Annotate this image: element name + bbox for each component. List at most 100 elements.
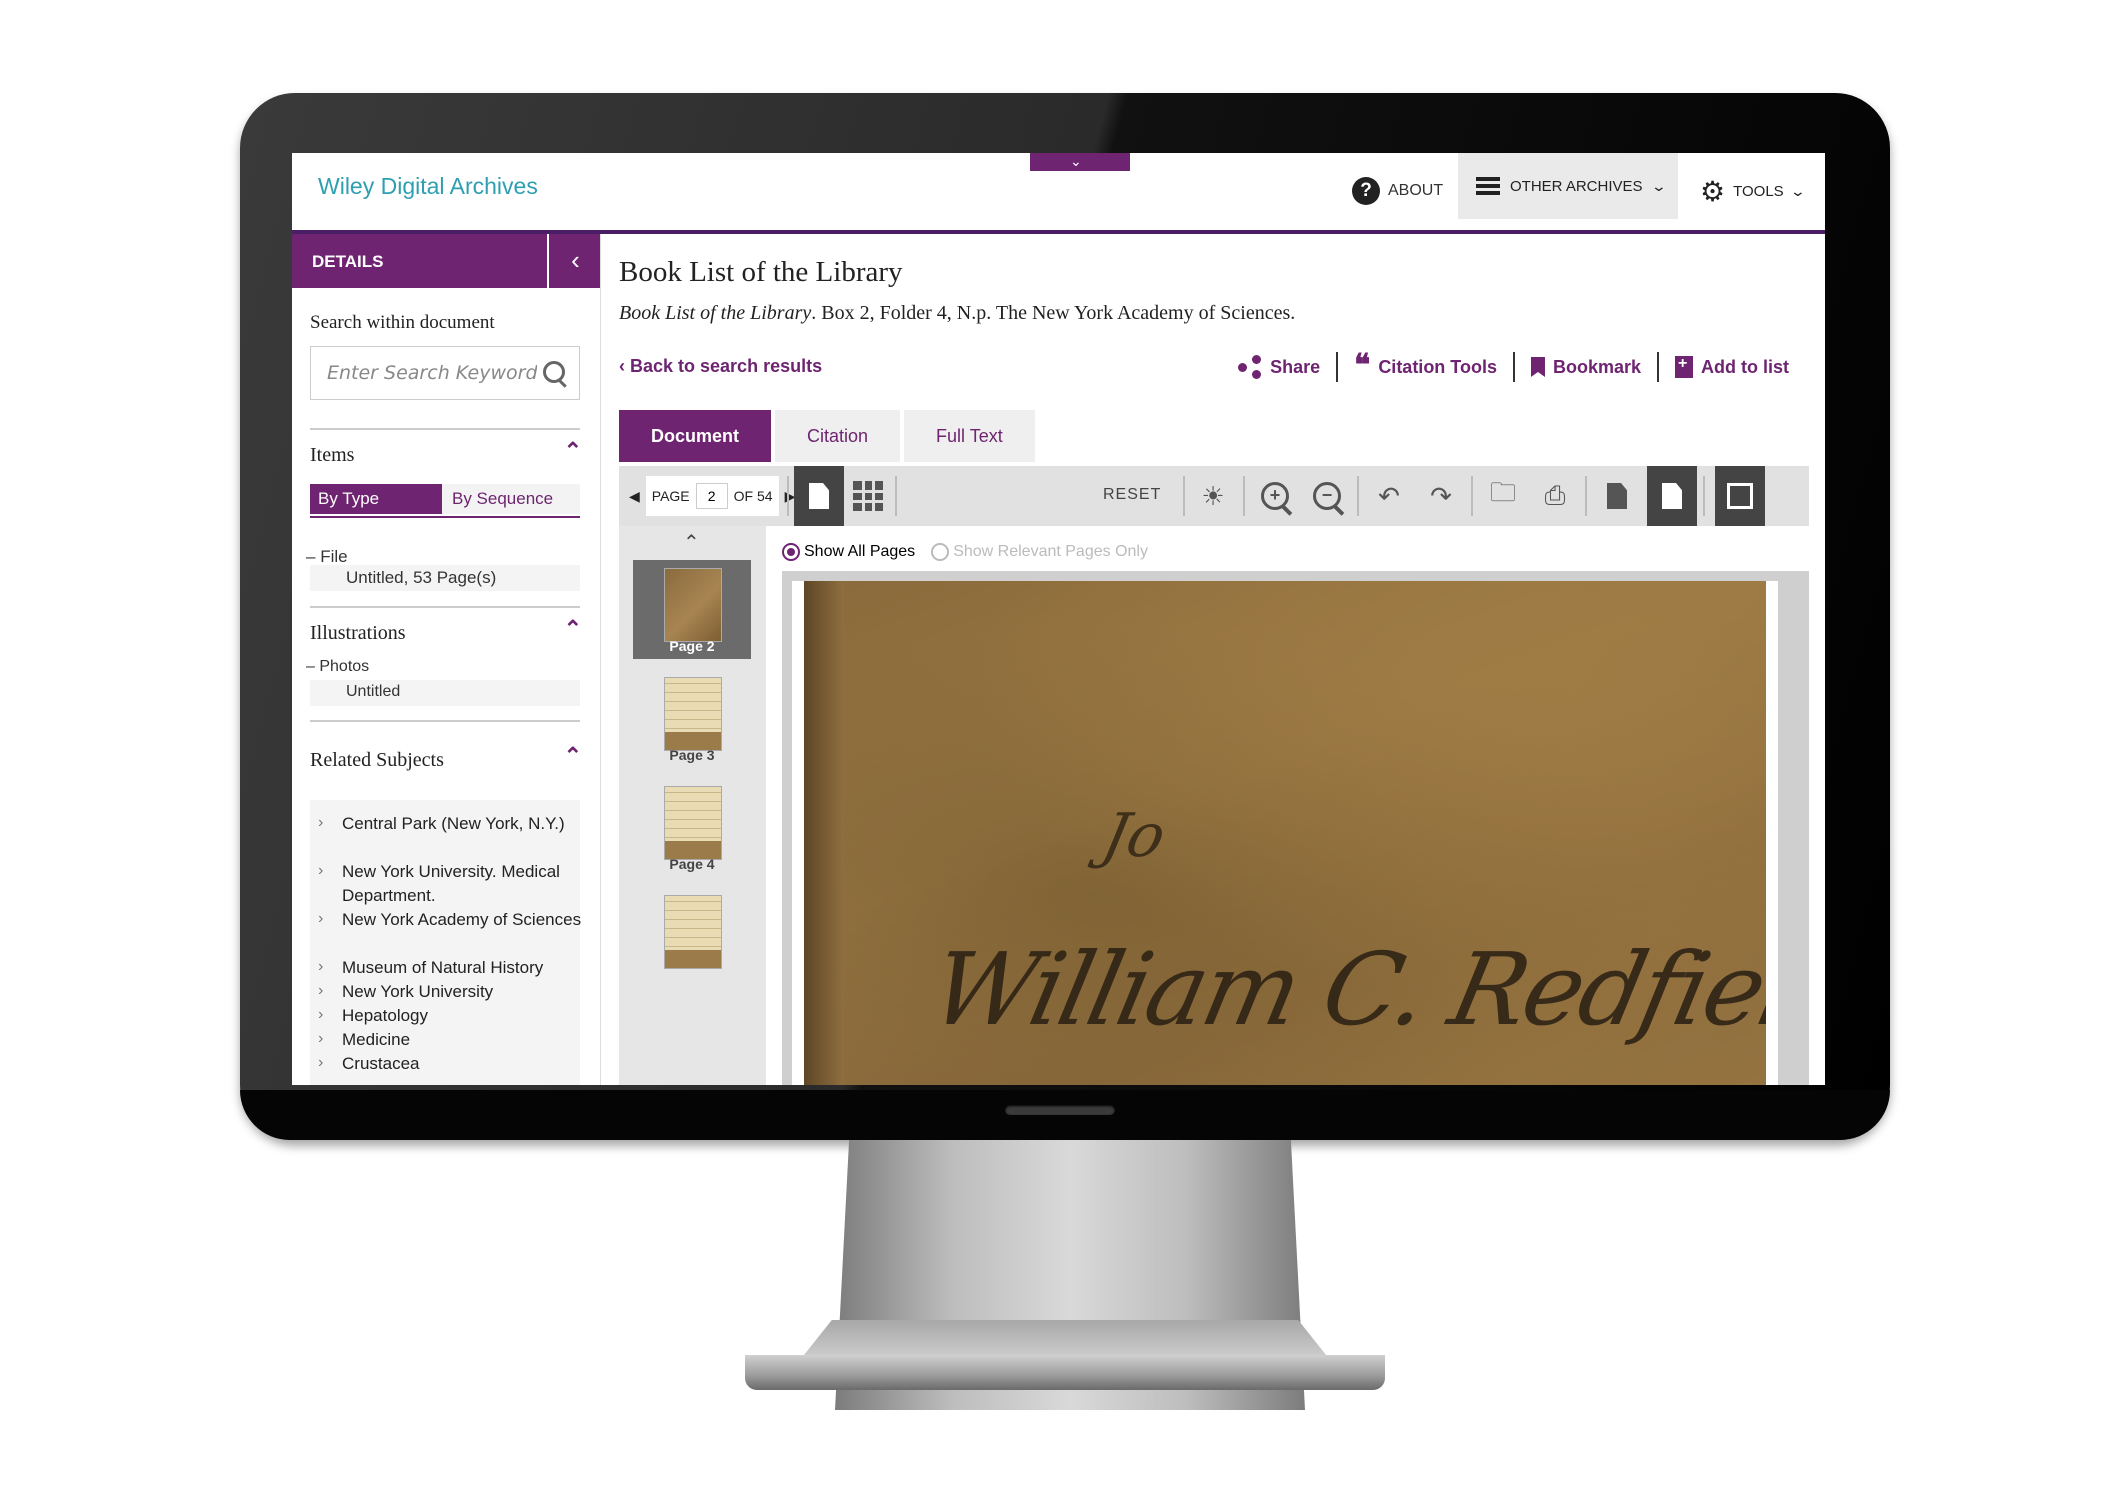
items-heading: Items (310, 444, 355, 466)
by-type-button[interactable]: By Type (310, 484, 442, 514)
chevron-down-icon: ⌄ (1789, 182, 1806, 199)
thumbnail-label: Page 3 (669, 747, 715, 763)
tools-menu[interactable]: ⚙ TOOLS ⌄ (1700, 171, 1806, 211)
subject-link[interactable]: Crustacea (342, 1052, 582, 1076)
by-sequence-button[interactable]: By Sequence (442, 484, 580, 514)
collapse-sidebar-button[interactable]: ‹ (547, 234, 602, 288)
app-title[interactable]: Wiley Digital Archives (318, 173, 538, 200)
drawer-handle[interactable]: ⌄ (1030, 153, 1130, 171)
collapse-items-icon[interactable]: ⌃ (564, 438, 582, 464)
about-link[interactable]: ? ABOUT (1352, 171, 1443, 211)
page-count: OF 54 (733, 488, 773, 504)
subjects-list: › Central Park (New York, N.Y.) › New Yo… (310, 800, 582, 1085)
share-label: Share (1270, 356, 1321, 377)
single-page-view-button[interactable] (794, 466, 844, 526)
top-bar: Wiley Digital Archives ⌄ ? ABOUT OTHER A… (292, 153, 1825, 234)
subject-link[interactable]: New York University. Medical Department. (342, 860, 582, 908)
add-to-list-button[interactable]: Add to list (1659, 355, 1805, 378)
citation-details: . Box 2, Folder 4, N.p. The New York Aca… (811, 302, 1296, 324)
page-navigator: ◀ PAGE OF 54 ▶ (629, 476, 795, 516)
search-input[interactable] (325, 347, 539, 399)
previous-page-icon[interactable]: ◀ (629, 488, 640, 505)
thumbnail-label: Page 4 (669, 856, 715, 872)
handwriting-main: William C. Redfield Esq. (921, 931, 1766, 1048)
chevron-right-icon: › (318, 1030, 324, 1047)
divider (310, 428, 580, 430)
citation-tools-button[interactable]: ❝ Citation Tools (1338, 351, 1513, 381)
brightness-icon: ☀ (1201, 480, 1225, 511)
photos-node[interactable]: – Photos (306, 658, 369, 676)
thumbnail-page-2[interactable]: Page 2 (633, 560, 751, 659)
illustrations-heading: Illustrations (310, 622, 406, 644)
thumbnail-page-5[interactable] (633, 887, 751, 986)
chevron-down-icon: ⌄ (1650, 177, 1667, 194)
zoom-out-icon: − (1313, 482, 1341, 510)
brightness-button[interactable]: ☀ (1191, 474, 1235, 518)
thumbnail-label: Page 2 (669, 638, 715, 654)
citation-title: Book List of the Library (619, 302, 812, 324)
back-label: Back to search results (630, 356, 823, 376)
tab-citation[interactable]: Citation (775, 410, 901, 462)
rotate-right-button[interactable]: ↷ (1419, 474, 1463, 518)
document-citation: Book List of the Library. Box 2, Folder … (619, 302, 1295, 325)
folder-icon: 🗀 (1489, 477, 1516, 507)
thumbnail-page-4[interactable]: Page 4 (633, 778, 751, 877)
subject-link[interactable]: Central Park (New York, N.Y.) (342, 812, 582, 836)
chevron-right-icon: › (318, 1006, 324, 1023)
subject-link[interactable]: New York University (342, 980, 582, 1004)
tools-label: TOOLS (1733, 182, 1784, 200)
collapse-illustrations-icon[interactable]: ⌃ (564, 616, 582, 642)
show-all-pages-radio[interactable]: Show All Pages (782, 543, 915, 561)
tab-full-text[interactable]: Full Text (904, 410, 1035, 462)
subject-link[interactable]: Museum of Natural History (342, 956, 582, 980)
gear-icon: ⚙ (1700, 175, 1726, 207)
search-box (310, 346, 580, 400)
zoom-out-button[interactable]: − (1305, 474, 1349, 518)
other-archives-menu[interactable]: OTHER ARCHIVES ⌄ (1458, 153, 1678, 219)
zoom-in-button[interactable]: + (1253, 474, 1297, 518)
file-node[interactable]: – File (306, 547, 348, 567)
fullscreen-icon (1727, 483, 1753, 509)
page-viewer[interactable]: Jo William C. Redfield Esq. (782, 571, 1809, 1085)
show-relevant-pages-radio[interactable]: Show Relevant Pages Only (931, 543, 1148, 561)
fullscreen-button[interactable] (1715, 466, 1765, 526)
file-item[interactable]: Untitled, 53 Page(s) (346, 568, 496, 588)
help-icon: ? (1352, 177, 1380, 205)
fit-width-button[interactable] (1647, 466, 1697, 526)
subject-link[interactable]: Medicine (342, 1028, 582, 1052)
rotate-left-button[interactable]: ↶ (1367, 474, 1411, 518)
document-tabs: Document Citation Full Text (619, 410, 1039, 462)
page-number-input[interactable] (695, 483, 728, 509)
reset-button[interactable]: RESET (1103, 486, 1161, 504)
handwriting-top: Jo (1096, 801, 1172, 871)
back-to-results-link[interactable]: ‹ Back to search results (619, 356, 822, 377)
search-within-label: Search within document (310, 312, 495, 333)
chevron-down-icon: ⌄ (1070, 153, 1082, 169)
show-all-label: Show All Pages (804, 543, 916, 561)
details-header: DETAILS ‹ (292, 234, 600, 288)
chevron-right-icon: › (318, 1054, 324, 1071)
divider (1471, 476, 1473, 516)
collapse-subjects-icon[interactable]: ⌃ (564, 743, 582, 769)
search-icon[interactable] (543, 361, 565, 383)
thumbnail-page-3[interactable]: Page 3 (633, 669, 751, 768)
monitor-stand-base (745, 1355, 1385, 1390)
tab-document[interactable]: Document (619, 410, 772, 462)
monitor-logo-slot (1005, 1105, 1115, 1115)
divider (1703, 476, 1705, 516)
download-button[interactable]: 🗀 (1481, 474, 1525, 518)
grid-view-button[interactable] (846, 474, 890, 518)
document-page-image[interactable]: Jo William C. Redfield Esq. (804, 581, 1766, 1085)
radio-unselected-icon (931, 543, 950, 561)
page-filter-options: Show All Pages Show Relevant Pages Only (782, 543, 1148, 561)
pdf-download-button[interactable] (1595, 474, 1639, 518)
other-archives-label: OTHER ARCHIVES (1510, 177, 1643, 195)
subject-link[interactable]: Hepatology (342, 1004, 582, 1028)
details-sidebar: DETAILS ‹ Search within document Items ⌃… (292, 234, 601, 1085)
subject-link[interactable]: New York Academy of Sciences (342, 908, 582, 932)
scroll-up-icon[interactable]: ⌃ (683, 530, 700, 555)
bookmark-button[interactable]: Bookmark (1515, 357, 1657, 378)
photos-item[interactable]: Untitled (346, 683, 400, 701)
print-button[interactable]: ⎙ (1533, 474, 1577, 518)
share-button[interactable]: Share (1222, 355, 1336, 379)
